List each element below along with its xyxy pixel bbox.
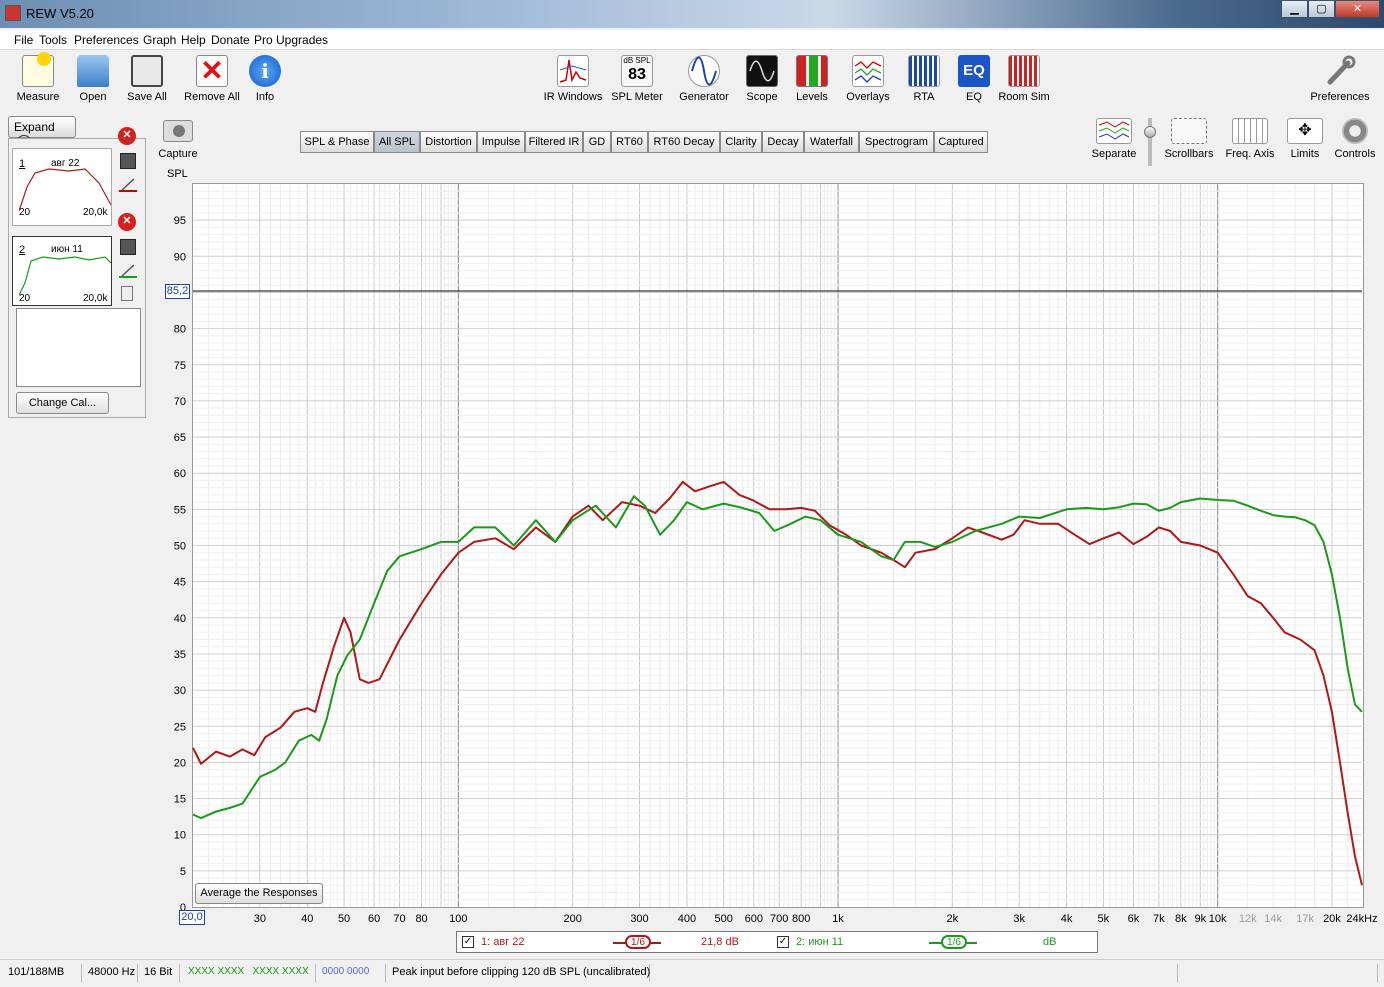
y-tick-label: 60 (174, 468, 186, 480)
series-2-smoothing[interactable]: 1/6 (941, 935, 967, 949)
legend: ✓ 1: авг 22 1/6 21,8 dB ✓ 2: июн 11 1/6 … (456, 931, 1098, 953)
x-tick-label: 2k (946, 913, 958, 925)
series-2-checkbox[interactable]: ✓ (777, 936, 789, 948)
y-tick-label: 20 (174, 757, 186, 769)
x-tick-label: 10k (1209, 913, 1227, 925)
x-tick-label: 400 (678, 913, 696, 925)
x-tick-label: 800 (792, 913, 810, 925)
y-tick-label: 70 (174, 396, 186, 408)
y-tick-label: 80 (174, 324, 186, 336)
x-tick-label: 8k (1175, 913, 1187, 925)
x-tick-label: 50 (338, 913, 350, 925)
y-tick-label: 45 (174, 577, 186, 589)
series-1-smoothing[interactable]: 1/6 (625, 935, 651, 949)
x-tick-label: 3k (1013, 913, 1025, 925)
x-tick-label: 7k (1153, 913, 1165, 925)
y-tick-label: 15 (174, 794, 186, 806)
y-tick-label: 50 (174, 541, 186, 553)
cursor-y-readout: 85,2 (165, 284, 190, 299)
x-tick-label: 5k (1098, 913, 1110, 925)
y-tick-label: 5 (180, 866, 186, 878)
x-tick-label: 200 (563, 913, 581, 925)
x-tick-label: 6k (1128, 913, 1140, 925)
x-tick-label: 40 (301, 913, 313, 925)
x-tick-label: 20k (1323, 913, 1341, 925)
y-tick-label: 90 (174, 251, 186, 263)
series-1-legend-label: 1: авг 22 (481, 936, 525, 948)
y-tick-label: 75 (174, 360, 186, 372)
y-tick-label: 95 (174, 215, 186, 227)
status-empty-1 (650, 964, 1178, 982)
status-empty-2 (1178, 964, 1378, 982)
status-bar: 101/188MB 48000 Hz 16 Bit XXXX XXXX XXXX… (0, 959, 1384, 984)
series-2-offset: dB (1043, 936, 1057, 948)
x-tick-label: 24kHz (1346, 913, 1377, 925)
y-tick-label: 65 (174, 432, 186, 444)
y-tick-label: 40 (174, 613, 186, 625)
x-tick-label: 700 (770, 913, 788, 925)
x-tick-label: 17k (1296, 913, 1314, 925)
cursor-x-readout: 20,0 (179, 910, 205, 925)
input-level-meter: XXXX XXXX XXXX XXXX (182, 964, 316, 982)
x-tick-label: 60 (368, 913, 380, 925)
y-tick-label: 30 (174, 685, 186, 697)
x-tick-label: 12k (1239, 913, 1257, 925)
x-tick-label: 100 (449, 913, 467, 925)
x-tick-label: 80 (415, 913, 427, 925)
sample-rate: 48000 Hz (82, 964, 138, 982)
memory-usage: 101/188MB (2, 964, 82, 982)
series-1-offset: 21,8 dB (701, 936, 739, 948)
bit-depth: 16 Bit (138, 964, 180, 982)
x-tick-label: 70 (393, 913, 405, 925)
x-tick-label: 4k (1061, 913, 1073, 925)
x-tick-label: 500 (715, 913, 733, 925)
x-tick-label: 9k (1194, 913, 1206, 925)
series-2-legend-label: 2: июн 11 (796, 936, 844, 948)
y-tick-label: 10 (174, 830, 186, 842)
series-1-checkbox[interactable]: ✓ (462, 936, 474, 948)
y-tick-label: 25 (174, 721, 186, 733)
y-tick-label: 55 (174, 504, 186, 516)
y-tick-label: 35 (174, 649, 186, 661)
average-responses-button[interactable]: Average the Responses (195, 883, 323, 904)
x-tick-label: 600 (745, 913, 763, 925)
x-tick-label: 1k (832, 913, 844, 925)
x-tick-label: 14k (1264, 913, 1282, 925)
x-tick-label: 300 (630, 913, 648, 925)
x-tick-label: 30 (254, 913, 266, 925)
spl-chart: 0510152025303540455055606570758085909530… (174, 184, 1378, 925)
status-message: Peak input before clipping 120 dB SPL (u… (386, 964, 650, 982)
output-level-meter: 0000 0000 (316, 964, 386, 982)
